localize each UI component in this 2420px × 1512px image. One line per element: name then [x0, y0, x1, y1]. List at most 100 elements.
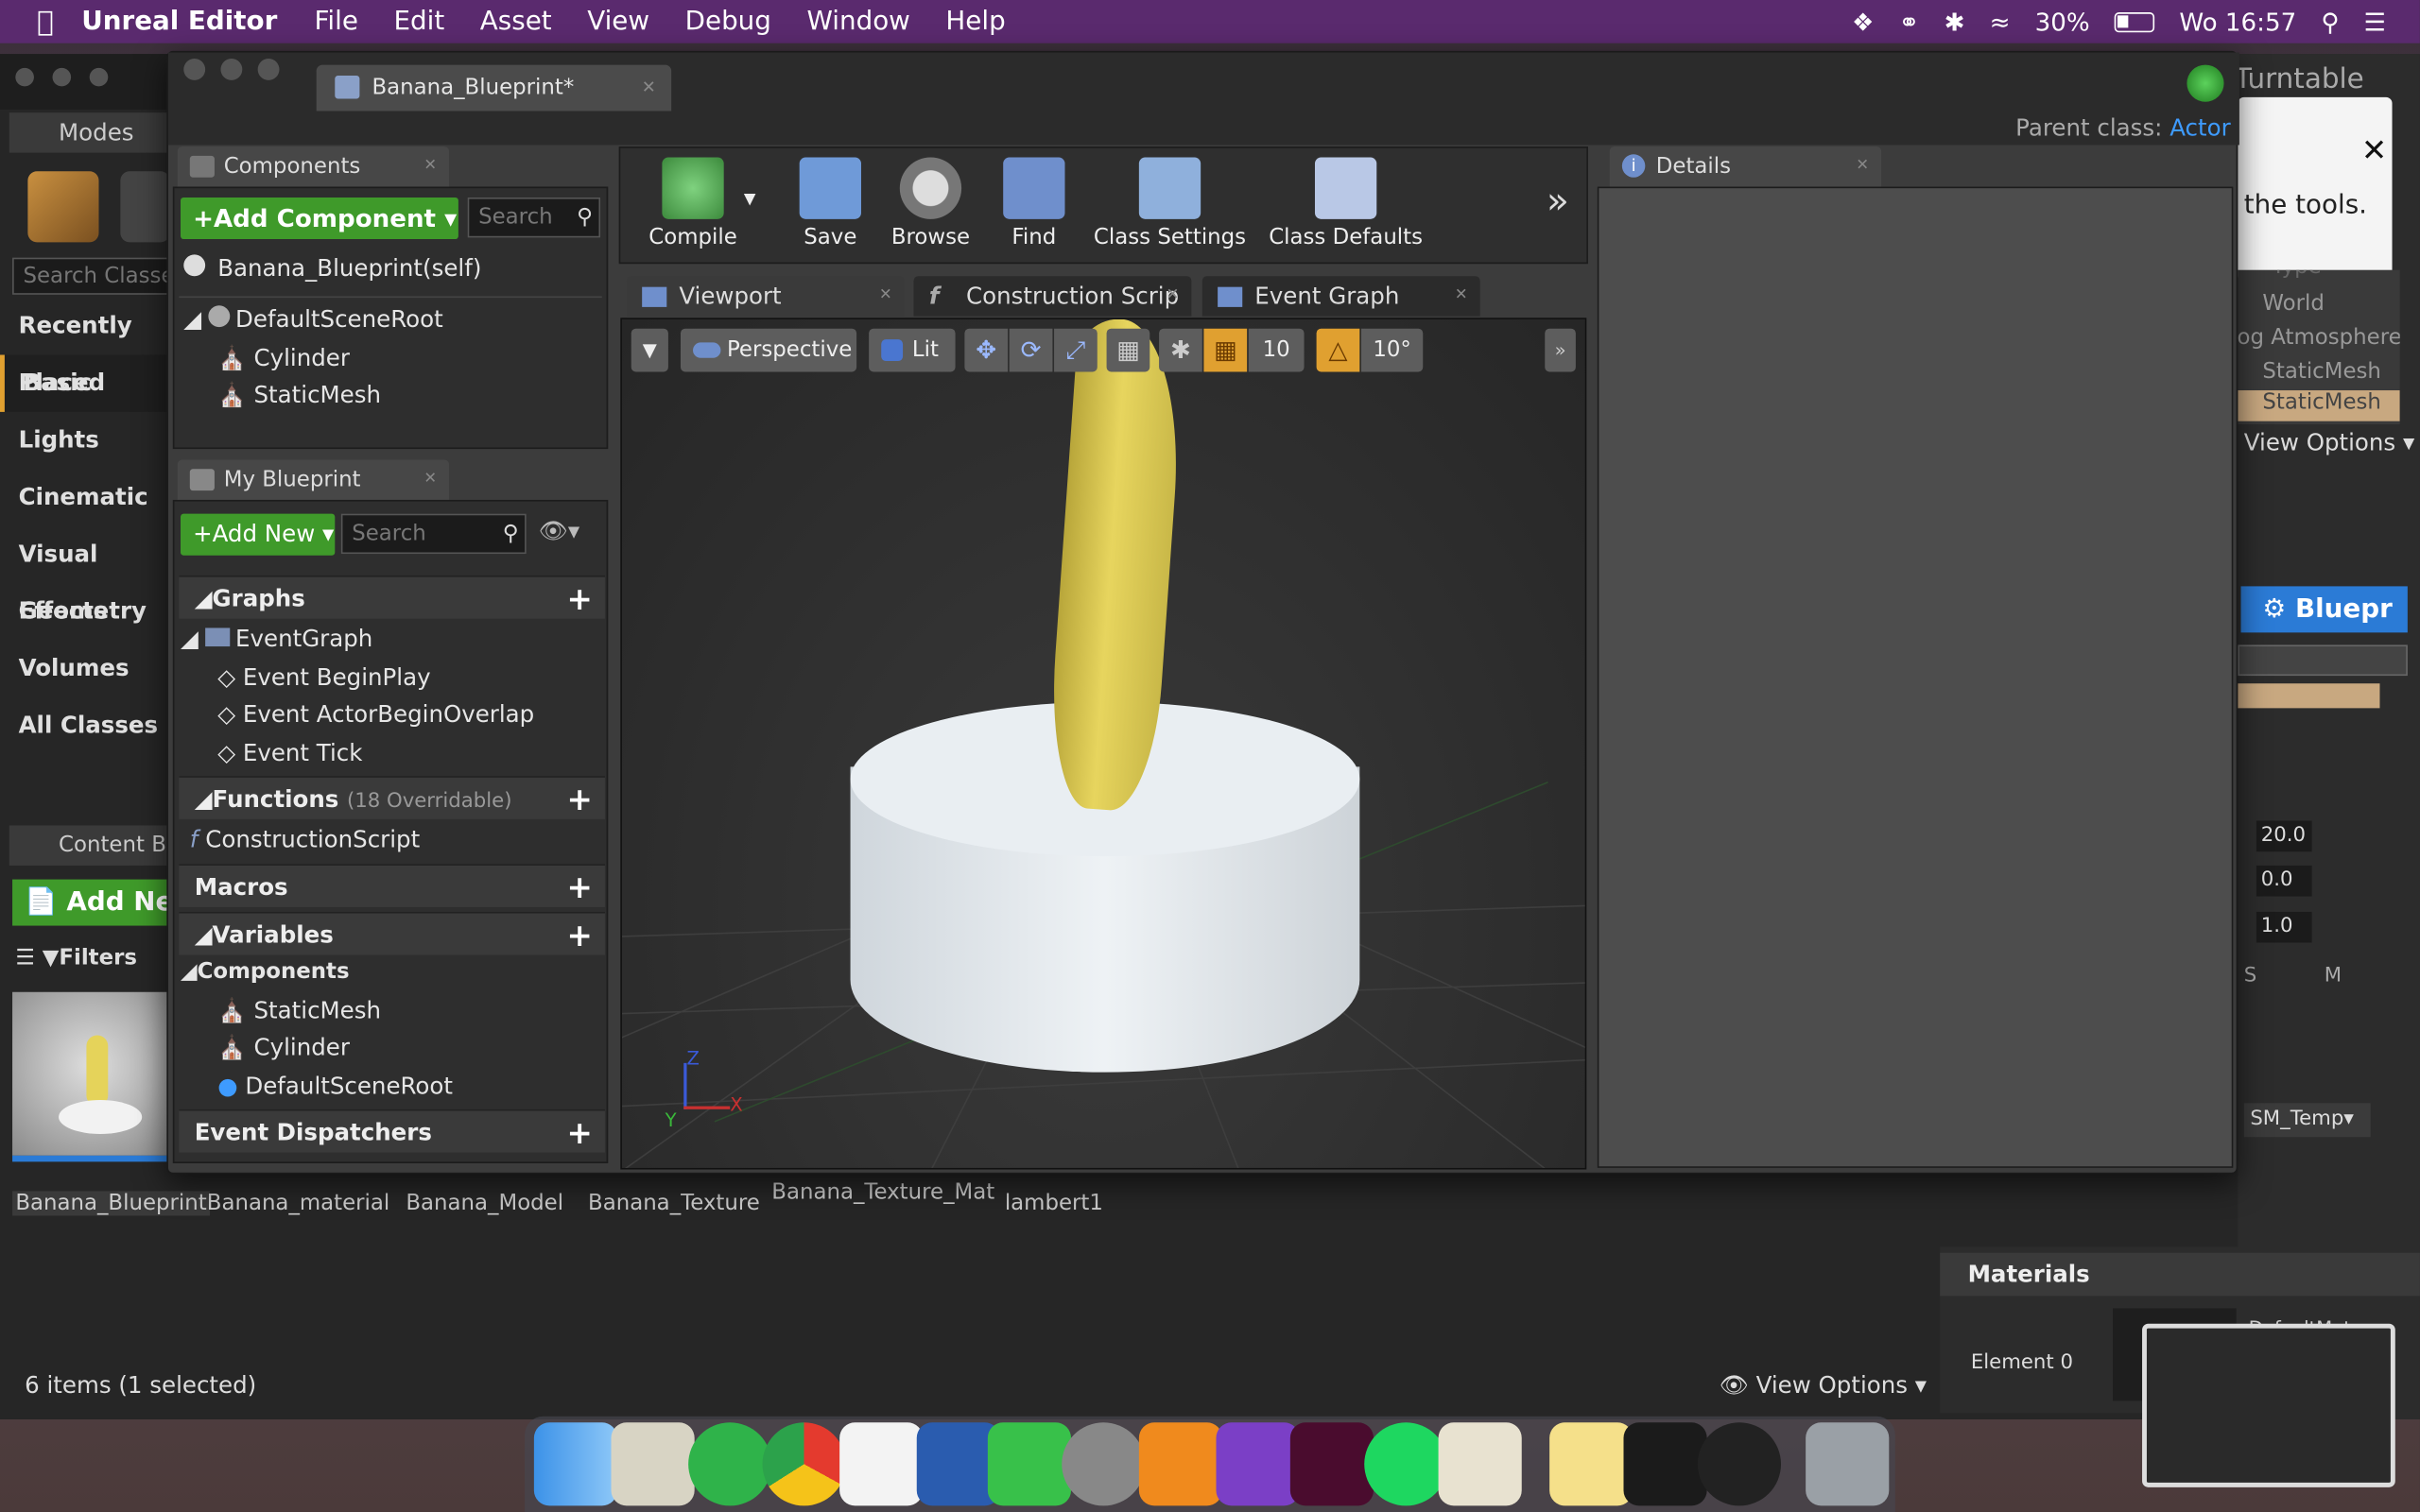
close-event-graph-tab-icon[interactable]: ✕	[1455, 276, 1468, 316]
rotation-snap-icon[interactable]: △	[1316, 328, 1360, 372]
rp-icon[interactable]	[1216, 1422, 1300, 1506]
event-graph-tab[interactable]: Event Graph ✕	[1201, 276, 1480, 317]
asset-label[interactable]: Banana_Texture_Mat	[771, 1180, 994, 1207]
asset-thumbnail-banana-blueprint[interactable]	[12, 991, 170, 1162]
component-default-scene-root[interactable]: ◢ DefaultSceneRoot	[183, 305, 443, 334]
close-window-button[interactable]	[183, 59, 206, 80]
rotate-tool-icon[interactable]: ⟳	[1009, 328, 1053, 372]
epic-games-icon[interactable]	[1623, 1422, 1707, 1506]
textedit-icon[interactable]	[1438, 1422, 1522, 1506]
add-macro-plus-icon[interactable]: +	[567, 866, 593, 909]
modes-paint-icon[interactable]	[120, 171, 170, 243]
materials-header[interactable]: Materials	[1940, 1252, 2420, 1297]
category-cinematic[interactable]: Cinematic	[0, 469, 170, 525]
my-blueprint-tab[interactable]: My Blueprint ✕	[177, 459, 450, 500]
macros-section[interactable]: Macros +	[179, 864, 605, 907]
menu-window[interactable]: Window	[806, 7, 909, 38]
battery-percent[interactable]: 30%	[2035, 7, 2090, 36]
document-tab[interactable]: Banana_Blueprint* ✕	[316, 64, 672, 112]
add-new-button[interactable]: +Add New ▾	[181, 513, 336, 556]
category-visual-effects[interactable]: Visual Effects	[0, 526, 170, 625]
unreal-engine-icon[interactable]	[1697, 1422, 1782, 1506]
chrome-icon[interactable]	[762, 1422, 846, 1506]
construction-script-item[interactable]: f ConstructionScript	[190, 825, 420, 852]
grid-snap-icon[interactable]: ▦	[1203, 328, 1248, 372]
notification-center-icon[interactable]: ☰	[2364, 7, 2386, 36]
variable-default-scene-root[interactable]: ● DefaultSceneRoot	[217, 1073, 453, 1100]
translate-tool-icon[interactable]: ✥	[964, 328, 1009, 372]
trash-icon[interactable]	[1806, 1422, 1890, 1506]
modes-placement-icon[interactable]	[27, 171, 99, 243]
category-basic[interactable]: Basic	[0, 354, 170, 412]
scale-mode-label[interactable]: S	[2244, 964, 2256, 987]
toolbar-overflow-icon[interactable]: »	[1547, 179, 1569, 222]
browse-button[interactable]: Browse	[876, 148, 984, 260]
apple-icon[interactable]: 	[37, 6, 54, 38]
details-tab[interactable]: i Details ✕	[1609, 146, 1882, 187]
add-component-button[interactable]: +Add Component ▾	[181, 197, 458, 240]
value-field[interactable]: 0.0	[2256, 865, 2312, 897]
find-button[interactable]: Find	[991, 148, 1077, 260]
app-name[interactable]: Unreal Editor	[81, 7, 277, 38]
lit-button[interactable]: Lit	[869, 328, 956, 372]
clock[interactable]: Wo 16:57	[2179, 7, 2296, 36]
bluetooth-icon[interactable]: ✱	[1945, 7, 1965, 36]
components-search-input[interactable]: Search ⚲	[467, 197, 601, 238]
compile-options-chevron-icon[interactable]: ▼	[744, 191, 756, 208]
my-blueprint-search-input[interactable]: Search ⚲	[340, 513, 527, 555]
outliner-item[interactable]: World	[2262, 292, 2325, 317]
tooltip-close-icon[interactable]: ✕	[2361, 131, 2387, 168]
construction-script-tab[interactable]: f Construction Scrip ✕	[913, 276, 1192, 317]
viewport[interactable]: ▼ Perspective Lit ✥ ⟳ ⤢ ▦ ✱ ▦ 10 △ 10° »…	[620, 318, 1587, 1170]
event-tick[interactable]: ◇ Event Tick	[217, 739, 362, 766]
outliner-item-selected[interactable]: StaticMesh	[2238, 390, 2400, 421]
zoom-window-button[interactable]	[257, 59, 280, 80]
turntable-tab[interactable]: Turntable	[2235, 63, 2364, 95]
add-function-plus-icon[interactable]: +	[567, 778, 593, 821]
outliner-view-options[interactable]: View Options ▾	[2244, 429, 2415, 456]
add-graph-plus-icon[interactable]: +	[567, 577, 593, 621]
creative-cloud-icon[interactable]: ⚭	[1899, 7, 1920, 36]
close-viewport-tab-icon[interactable]: ✕	[879, 276, 892, 316]
mobility-label[interactable]: M	[2325, 964, 2342, 987]
class-defaults-button[interactable]: Class Defaults	[1266, 148, 1426, 260]
screenshot-thumbnail[interactable]	[2142, 1323, 2395, 1487]
minimize-window-button[interactable]	[220, 59, 243, 80]
event-actor-begin-overlap[interactable]: ◇ Event ActorBeginOverlap	[217, 700, 534, 728]
spotlight-search-icon[interactable]: ⚲	[2321, 7, 2339, 36]
variables-section[interactable]: ◢Variables +	[179, 911, 605, 956]
whatsapp-icon[interactable]	[688, 1422, 772, 1506]
visibility-eye-icon[interactable]: 👁▾	[539, 517, 579, 544]
value-field[interactable]: 20.0	[2256, 820, 2312, 852]
components-category[interactable]: ◢Components	[181, 959, 350, 984]
event-graph-item[interactable]: ◢ EventGraph	[181, 625, 372, 652]
variable-cylinder[interactable]: ⛪ Cylinder	[217, 1034, 350, 1061]
category-lights[interactable]: Lights	[0, 412, 170, 469]
content-add-new-button[interactable]: 📄 Add New	[12, 879, 170, 926]
component-static-mesh[interactable]: ⛪ StaticMesh	[217, 381, 381, 408]
grid-size-value[interactable]: 10	[1248, 328, 1305, 372]
asset-label[interactable]: Banana_material	[207, 1191, 390, 1215]
compile-button[interactable]: Compile ▼	[624, 148, 763, 260]
menu-edit[interactable]: Edit	[393, 7, 444, 38]
menu-file[interactable]: File	[314, 7, 357, 38]
search-classes-input[interactable]	[12, 257, 173, 295]
category-volumes[interactable]: Volumes	[0, 641, 170, 697]
close-construction-tab-icon[interactable]: ✕	[1167, 276, 1180, 316]
menu-help[interactable]: Help	[945, 7, 1005, 38]
outliner-item[interactable]: StaticMesh	[2262, 359, 2381, 384]
content-view-options[interactable]: 👁 View Options ▾	[1720, 1371, 1927, 1399]
graphs-section[interactable]: ◢Graphs +	[179, 575, 605, 621]
scale-tool-icon[interactable]: ⤢	[1054, 328, 1098, 372]
close-components-tab-icon[interactable]: ✕	[424, 146, 437, 186]
add-variable-plus-icon[interactable]: +	[567, 913, 593, 956]
content-browser-tab[interactable]: Content Browser	[9, 825, 170, 866]
stickies-icon[interactable]	[1549, 1422, 1634, 1506]
category-all-classes[interactable]: All Classes	[0, 697, 170, 754]
add-dispatcher-plus-icon[interactable]: +	[567, 1110, 593, 1154]
asset-label[interactable]: Banana_Model	[406, 1191, 563, 1215]
asset-label[interactable]: Banana_Blueprint	[12, 1191, 210, 1216]
components-tab[interactable]: Components ✕	[177, 146, 450, 187]
close-details-tab-icon[interactable]: ✕	[1856, 146, 1869, 186]
filters-button[interactable]: ☰ ▼Filters	[15, 946, 169, 983]
